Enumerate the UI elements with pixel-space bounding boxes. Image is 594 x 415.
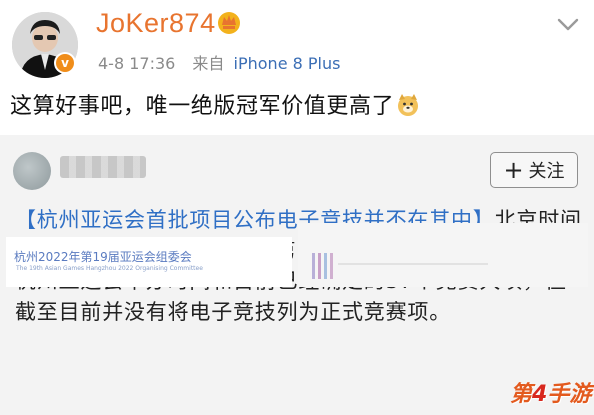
chevron-down-icon[interactable] bbox=[555, 14, 581, 36]
doge-emoji-icon bbox=[398, 94, 419, 116]
post-time: 4-8 17:36 bbox=[98, 54, 176, 73]
embed-org-title: 杭州2022年第19届亚运会组委会 bbox=[14, 250, 192, 264]
post-text: 这算好事吧，唯一绝版冠军价值更高了 bbox=[10, 88, 420, 120]
post-header: v JoKer874 4-8 17:36 来自 iPhone 8 Plus bbox=[0, 0, 594, 88]
watermark-suffix: 手游 bbox=[547, 382, 592, 407]
watermark-digit: 4 bbox=[532, 382, 548, 407]
embed-image-right[interactable] bbox=[298, 223, 588, 287]
vip-crown-icon bbox=[218, 12, 240, 34]
repost-avatar[interactable] bbox=[13, 152, 51, 190]
source-prefix: 来自 bbox=[192, 54, 225, 73]
site-watermark: 第4手游 bbox=[510, 376, 591, 408]
plus-icon: + bbox=[503, 156, 524, 184]
username[interactable]: JoKer874 bbox=[96, 8, 216, 39]
follow-button[interactable]: + 关注 bbox=[490, 152, 578, 188]
post-text-content: 这算好事吧，唯一绝版冠军价值更高了 bbox=[10, 94, 395, 119]
embed-org-subtitle: The 19th Asian Games Hangzhou 2022 Organ… bbox=[16, 265, 203, 272]
repost-username-blurred bbox=[60, 156, 146, 178]
watermark-prefix: 第 bbox=[510, 382, 533, 407]
source-device[interactable]: iPhone 8 Plus bbox=[234, 54, 341, 73]
embed-image-banner[interactable]: 杭州2022年第19届亚运会组委会 The 19th Asian Games H… bbox=[6, 237, 292, 287]
post-meta: 4-8 17:36 来自 iPhone 8 Plus bbox=[98, 50, 340, 74]
follow-label: 关注 bbox=[528, 161, 565, 182]
verified-badge-icon: v bbox=[54, 52, 76, 74]
